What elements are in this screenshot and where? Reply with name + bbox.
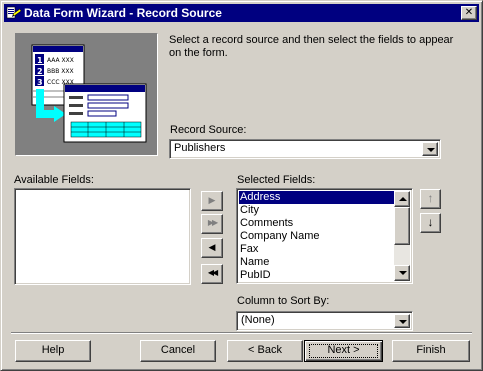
- scroll-down-button[interactable]: [394, 265, 410, 281]
- selected-fields-label: Selected Fields:: [237, 174, 316, 186]
- finish-button[interactable]: Finish: [392, 340, 470, 362]
- chevron-up-icon: [399, 197, 407, 201]
- illus-row-2-text: BBB XXX: [47, 68, 74, 75]
- cancel-button[interactable]: Cancel: [140, 340, 216, 362]
- list-item[interactable]: Company Name: [239, 230, 396, 243]
- illus-row-1-num: 1: [37, 56, 43, 65]
- next-button-label: Next >: [327, 344, 360, 356]
- record-source-label: Record Source:: [170, 124, 247, 136]
- move-left-icon: ◀: [208, 242, 216, 252]
- list-item[interactable]: PubID: [239, 269, 396, 282]
- sort-label: Column to Sort By:: [237, 295, 330, 307]
- back-button[interactable]: < Back: [227, 340, 303, 362]
- move-all-right-icon: ▶▶: [207, 218, 218, 227]
- scroll-up-button[interactable]: [394, 191, 410, 207]
- help-button-label: Help: [41, 344, 65, 356]
- record-source-dropdown-button[interactable]: [422, 142, 438, 156]
- chevron-down-icon: [399, 320, 407, 324]
- move-down-button[interactable]: ↓: [420, 213, 441, 233]
- close-button[interactable]: ✕: [461, 6, 477, 20]
- close-icon: ✕: [464, 7, 474, 18]
- window-title: Data Form Wizard - Record Source: [24, 6, 222, 20]
- add-field-button[interactable]: ▶: [201, 191, 223, 211]
- chevron-down-icon: [399, 271, 407, 275]
- sort-dropdown-button[interactable]: [394, 314, 410, 328]
- list-item[interactable]: City: [239, 204, 396, 217]
- title-bar[interactable]: Data Form Wizard - Record Source ✕: [4, 4, 479, 22]
- remove-all-fields-button[interactable]: ◀◀: [201, 264, 223, 284]
- wizard-window: Data Form Wizard - Record Source ✕ 1 2 3…: [0, 0, 483, 371]
- arrow-up-icon: ↑: [427, 191, 434, 205]
- available-fields-list[interactable]: [14, 188, 191, 285]
- illus-row-1-text: AAA XXX: [47, 57, 74, 64]
- finish-button-label: Finish: [416, 344, 446, 356]
- next-button[interactable]: Next >: [304, 340, 383, 362]
- add-all-fields-button[interactable]: ▶▶: [201, 214, 223, 234]
- sort-value: (None): [241, 314, 275, 326]
- instructions-text: Select a record source and then select t…: [169, 34, 454, 59]
- record-source-value: Publishers: [174, 142, 226, 154]
- data-form-illustration-icon: 1 2 3 AAA XXX BBB XXX CCC XXX: [31, 44, 147, 143]
- available-fields-label: Available Fields:: [14, 174, 94, 186]
- remove-field-button[interactable]: ◀: [201, 238, 223, 258]
- list-item[interactable]: Fax: [239, 243, 396, 256]
- arrow-down-icon: ↓: [427, 215, 434, 229]
- move-right-icon: ▶: [208, 195, 216, 205]
- list-item[interactable]: Address: [239, 191, 396, 204]
- illus-row-3-num: 3: [37, 78, 43, 87]
- list-item[interactable]: Name: [239, 256, 396, 269]
- selected-fields-list[interactable]: Address City Comments Company Name Fax N…: [236, 188, 413, 284]
- cancel-button-label: Cancel: [160, 344, 196, 356]
- illus-row-2-num: 2: [37, 67, 43, 76]
- selected-fields-scrollbar[interactable]: [394, 191, 410, 281]
- chevron-down-icon: [427, 148, 435, 152]
- back-button-label: < Back: [248, 344, 282, 356]
- help-button[interactable]: Help: [15, 340, 91, 362]
- record-source-combo[interactable]: Publishers: [169, 139, 441, 159]
- wizard-illustration: 1 2 3 AAA XXX BBB XXX CCC XXX: [15, 33, 158, 156]
- move-up-button[interactable]: ↑: [420, 189, 441, 209]
- sort-combo[interactable]: (None): [236, 311, 413, 331]
- app-icon: [6, 6, 22, 19]
- separator: [11, 332, 472, 334]
- list-item[interactable]: Comments: [239, 217, 396, 230]
- move-all-left-icon: ◀◀: [207, 268, 218, 277]
- scroll-thumb[interactable]: [394, 207, 410, 245]
